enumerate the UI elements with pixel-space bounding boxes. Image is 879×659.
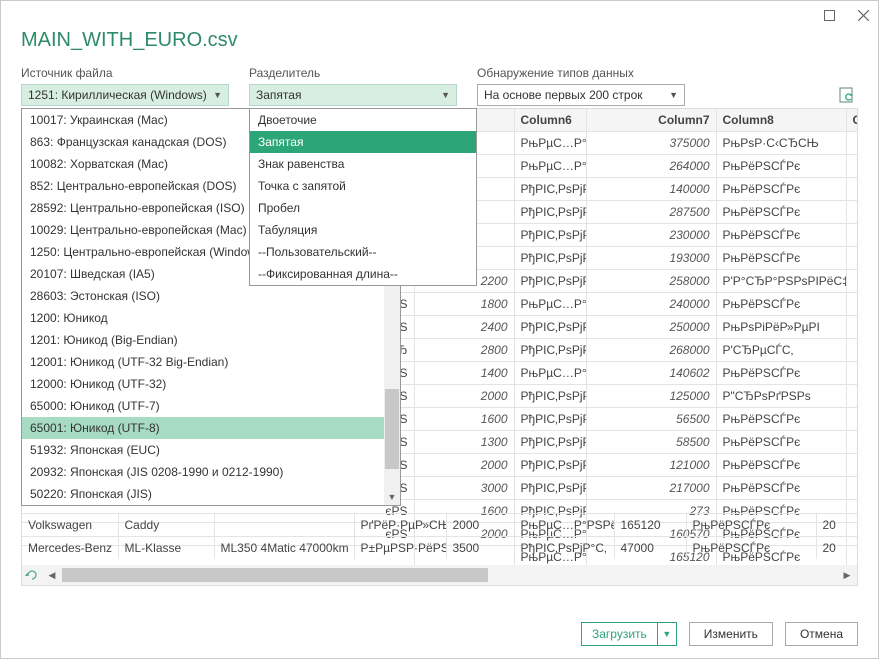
scroll-down-icon[interactable]: ▼ [384,489,400,505]
delimiter-dropdown: ДвоеточиеЗапятаяЗнак равенстваТочка с за… [249,108,477,286]
dropdown-item[interactable]: 65001: Юникод (UTF-8) [22,417,384,439]
controls-row: 1251: Кириллическая (Windows) ▼ Запятая … [1,80,878,106]
dropdown-item[interactable]: 1201: Юникод (Big-Endian) [22,329,384,351]
col-header[interactable]: Column6 [514,109,586,132]
dropdown-item[interactable]: 50222: Японская (JIS, кана - SO/SI, разр… [22,505,384,506]
dropdown-item[interactable]: Запятая [250,131,476,153]
dropdown-item[interactable]: Знак равенства [250,153,476,175]
button-row: Загрузить ▼ Изменить Отмена [581,622,858,646]
dropdown-item[interactable]: 51932: Японская (EUC) [22,439,384,461]
cancel-button-label: Отмена [800,627,843,641]
load-button-label: Загрузить [582,623,658,645]
label-origin: Источник файла [21,66,249,80]
maximize-icon[interactable] [822,8,836,22]
edit-button[interactable]: Изменить [689,622,773,646]
cancel-button[interactable]: Отмена [785,622,858,646]
body-area: Column6 Column7 Column8 Column9 РњРµС…Р°… [1,108,878,586]
dropdown-item[interactable]: Пробел [250,197,476,219]
file-title: MAIN_WITH_EURO.csv [1,29,878,60]
horizontal-scrollbar[interactable]: ◀ ▶ [22,565,857,585]
lower-rows: VolkswagenCaddyРґРёР·РµР»СЊ2000РњРµС…Р°Р… [22,513,857,559]
scroll-thumb[interactable] [385,389,399,469]
dropdown-item[interactable]: --Пользовательский-- [250,241,476,263]
dropdown-item[interactable]: 20932: Японская (JIS 0208-1990 и 0212-19… [22,461,384,483]
origin-combo-value: 1251: Кириллическая (Windows) [28,88,207,102]
dropdown-item[interactable]: Табуляция [250,219,476,241]
origin-combo[interactable]: 1251: Кириллическая (Windows) ▼ [21,84,229,106]
chevron-down-icon: ▼ [441,90,450,100]
dropdown-item[interactable]: Точка с запятой [250,175,476,197]
chevron-down-icon: ▼ [669,90,678,100]
table-row: Mercedes-BenzML-KlasseML350 4Matic 47000… [22,537,858,560]
titlebar [1,1,878,29]
scroll-left-icon[interactable]: ◀ [42,565,62,585]
dropdown-item[interactable]: 1200: Юникод [22,307,384,329]
close-icon[interactable] [856,8,870,22]
dropdown-item[interactable]: 65000: Юникод (UTF-7) [22,395,384,417]
delimiter-combo[interactable]: Запятая ▼ [249,84,457,106]
refresh-icon[interactable] [836,84,858,106]
dropdown-item[interactable]: --Фиксированная длина-- [250,263,476,285]
dropdown-item[interactable]: Двоеточие [250,109,476,131]
label-delimiter: Разделитель [249,66,477,80]
dropdown-item[interactable]: 28603: Эстонская (ISO) [22,285,384,307]
labels-row: Источник файла Разделитель Обнаружение т… [1,66,878,80]
scroll-right-icon[interactable]: ▶ [837,565,857,585]
col-header[interactable]: Column9 [846,109,858,132]
col-header[interactable]: Column8 [716,109,846,132]
col-header[interactable]: Column7 [586,109,716,132]
label-detect: Обнаружение типов данных [477,66,858,80]
dropdown-item[interactable]: 12001: Юникод (UTF-32 Big-Endian) [22,351,384,373]
delimiter-combo-value: Запятая [256,88,301,102]
dialog-window: MAIN_WITH_EURO.csv Источник файла Раздел… [0,0,879,659]
dropdown-item[interactable]: 12000: Юникод (UTF-32) [22,373,384,395]
chevron-down-icon: ▼ [213,90,222,100]
rotate-icon[interactable] [24,567,40,583]
chevron-down-icon[interactable]: ▼ [658,629,676,639]
edit-button-label: Изменить [704,627,758,641]
detect-combo[interactable]: На основе первых 200 строк ▼ [477,84,685,106]
table-row: VolkswagenCaddyРґРёР·РµР»СЊ2000РњРµС…Р°Р… [22,514,858,537]
dropdown-item[interactable]: 50220: Японская (JIS) [22,483,384,505]
load-button[interactable]: Загрузить ▼ [581,622,677,646]
detect-combo-value: На основе первых 200 строк [484,88,643,102]
